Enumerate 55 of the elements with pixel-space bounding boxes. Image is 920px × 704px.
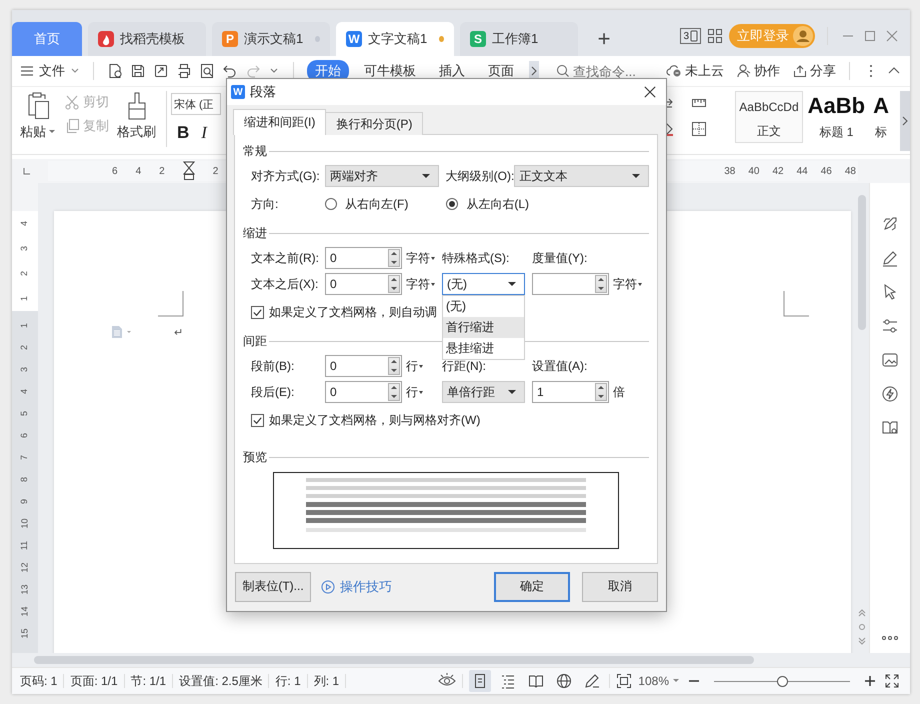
field-label: 方向: [251, 196, 280, 212]
ruler-number: 6 [112, 166, 118, 176]
app-letter-icon: P [222, 31, 238, 47]
ruler-number: 48 [844, 166, 856, 176]
tab-label: 工作簿1 [492, 30, 538, 48]
ruler-number: 2 [18, 345, 30, 350]
tab-label: 演示文稿1 [244, 30, 304, 48]
ruler-number: 3 [18, 246, 30, 251]
tab-label: 文字文稿1 [368, 30, 428, 48]
paragraph-mark: ↵ [174, 326, 184, 338]
field-label: 度量值(Y): [532, 250, 588, 266]
dialog-title: 段落 [250, 83, 276, 101]
tab-label: 找稻壳模板 [120, 30, 185, 48]
ruler-number: 4 [18, 221, 30, 226]
field-label: 对齐方式(G): [251, 168, 321, 184]
ruler-number: 9 [18, 499, 30, 504]
app-letter-icon: W [231, 85, 245, 99]
ruler-number: 4 [136, 166, 142, 176]
ruler-number: 8 [18, 477, 30, 482]
section-heading: 常规 [243, 142, 267, 160]
ruler-number: 10 [18, 518, 30, 528]
ruler-number: 44 [796, 166, 808, 176]
ruler-number: 12 [18, 562, 30, 572]
ruler-number: 6 [18, 433, 30, 438]
ruler-number: 14 [18, 606, 30, 616]
field-label: 段前(B): [251, 358, 296, 374]
app-letter-icon: W [346, 31, 362, 47]
field-label: 文本之前(R): [251, 250, 320, 266]
field-label: 大纲级别(O): [446, 168, 514, 184]
ruler-number: 1 [18, 323, 30, 328]
section-heading: 间距 [243, 332, 267, 350]
ruler-number: 2 [159, 166, 165, 176]
unit-label: 倍 [612, 384, 626, 400]
ruler-number: 13 [18, 584, 30, 594]
field-label: 文本之后(X): [251, 276, 320, 292]
ruler-number: 1 [18, 296, 30, 301]
section-heading: 预览 [243, 448, 267, 466]
ruler-number: 3 [18, 367, 30, 372]
field-label: 设置值(A): [532, 358, 588, 374]
ruler-number: 4 [18, 389, 30, 394]
app-letter-icon: S [470, 31, 486, 47]
ruler-number: 2 [18, 271, 30, 276]
ruler-number: 7 [18, 455, 30, 460]
ruler-number: 2 [212, 166, 218, 176]
field-label: 段后(E): [251, 384, 296, 400]
ruler-number: 46 [820, 166, 832, 176]
section-heading: 缩进 [243, 224, 267, 242]
ruler-number: 11 [18, 540, 30, 550]
field-label: 行距(N): [442, 358, 487, 374]
ruler-number: 38 [724, 166, 736, 176]
field-label: 特殊格式(S): [442, 250, 510, 266]
ruler-number: 42 [772, 166, 784, 176]
ruler-number: 15 [18, 628, 30, 638]
ruler-number: 40 [748, 166, 760, 176]
ruler-number: 5 [18, 411, 30, 416]
